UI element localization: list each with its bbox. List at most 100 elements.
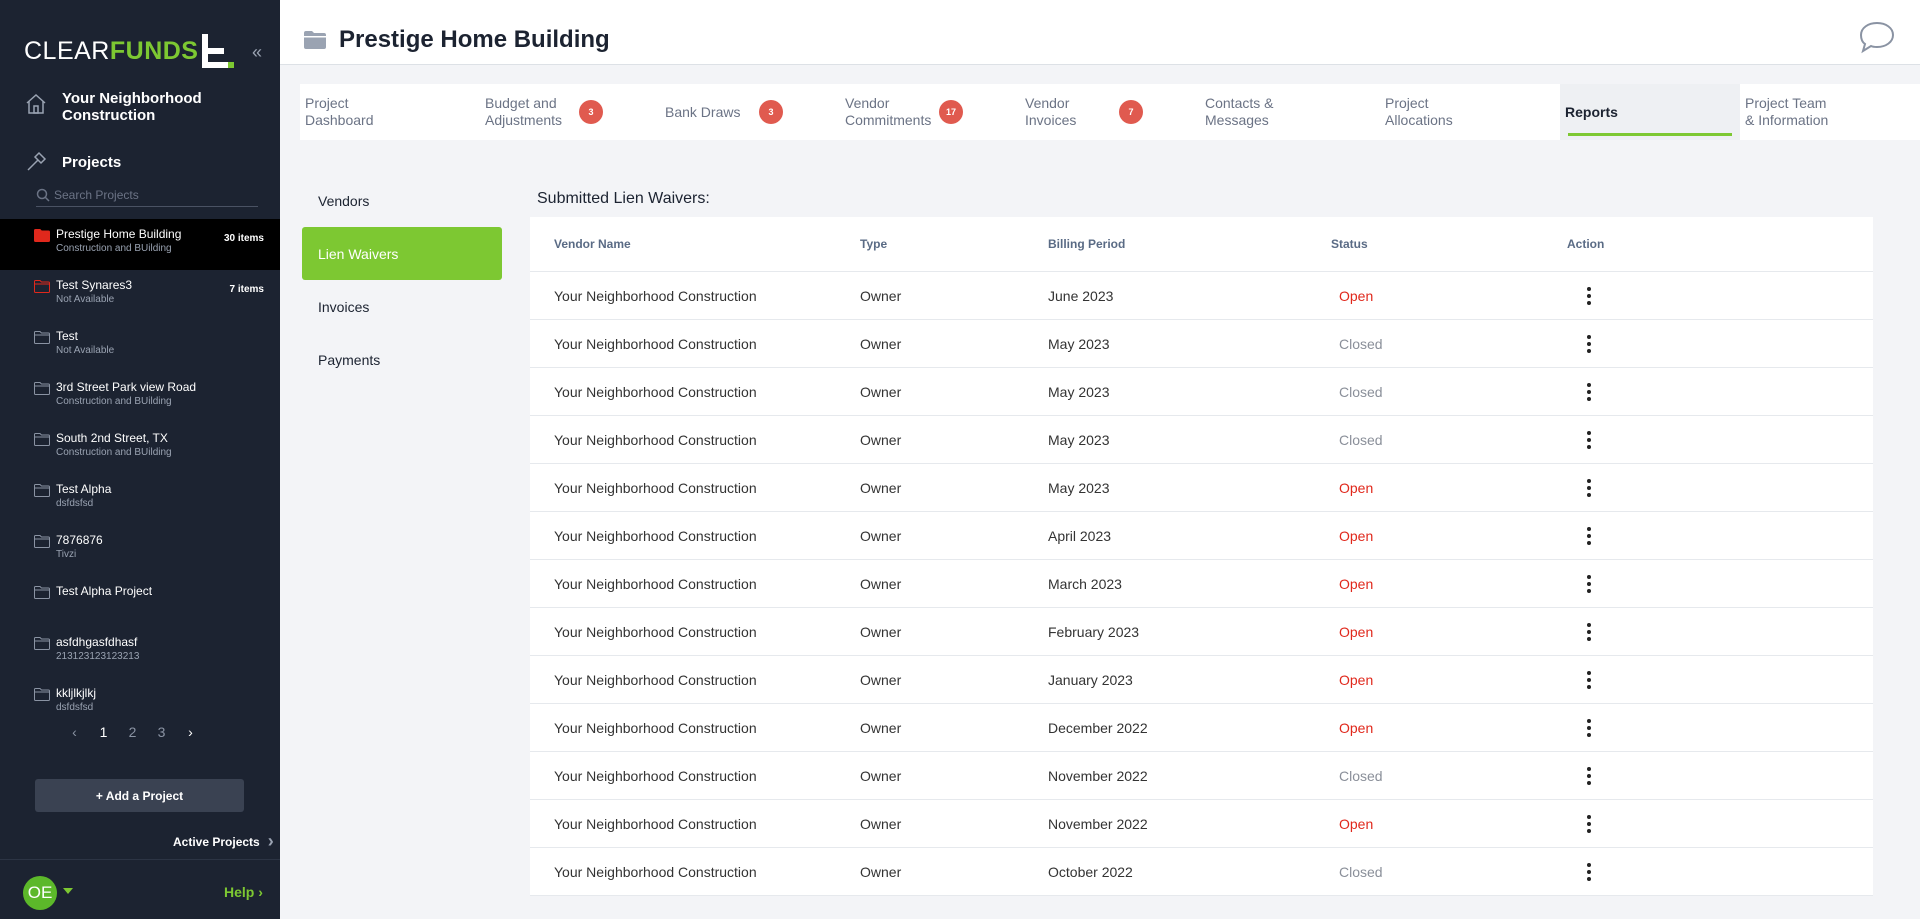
tab-budget-and-adjustments[interactable]: Budget and Adjustments 3	[480, 84, 660, 140]
tab-project-dashboard[interactable]: Project Dashboard	[300, 84, 480, 140]
sidebar-divider	[0, 859, 280, 860]
subnav-lien-waivers[interactable]: Lien Waivers	[302, 227, 502, 280]
type-cell: Owner	[860, 863, 902, 880]
chat-icon[interactable]	[1858, 20, 1896, 54]
project-item[interactable]: Prestige Home Building Construction and B…	[0, 219, 280, 270]
table-row: Your Neighborhood Construction Owner Decem…	[530, 704, 1873, 752]
project-item[interactable]: Test Alpha Project	[0, 576, 280, 627]
project-name: 3rd Street Park view Road	[56, 380, 197, 394]
type-cell: Owner	[860, 287, 902, 304]
more-options-icon[interactable]	[1575, 426, 1603, 454]
subnav-invoices[interactable]: Invoices	[302, 280, 502, 333]
search-projects-input[interactable]	[54, 187, 244, 202]
projects-heading[interactable]: Projects	[24, 150, 121, 174]
page-2[interactable]: 2	[118, 724, 147, 740]
project-subtitle: Not Available	[56, 345, 115, 356]
more-options-icon[interactable]	[1575, 618, 1603, 646]
status-cell: Closed	[1339, 335, 1383, 352]
project-item[interactable]: asfdhgasfdhasf 213123123123213	[0, 627, 280, 678]
billing-period-cell: April 2023	[1048, 527, 1112, 544]
tab-label: Project Dashboard	[305, 95, 374, 128]
more-options-icon[interactable]	[1575, 810, 1603, 838]
type-cell: Owner	[860, 431, 902, 448]
folder-icon	[34, 433, 50, 446]
organization-link[interactable]: Your Neighborhood Construction	[24, 90, 212, 124]
project-item[interactable]: Test Not Available	[0, 321, 280, 372]
tab-vendor-invoices[interactable]: Vendor Invoices 7	[1020, 84, 1200, 140]
vendor-name-cell: Your Neighborhood Construction	[554, 623, 757, 640]
table-row: Your Neighborhood Construction Owner Febru…	[530, 608, 1873, 656]
project-item-count: 30 items	[223, 233, 264, 244]
clearfunds-logo[interactable]: CLEAR FUNDS	[24, 34, 235, 68]
status-cell: Open	[1339, 287, 1374, 304]
tab-contacts-messages[interactable]: Contacts & Messages	[1200, 84, 1380, 140]
avatar[interactable]: OE	[23, 876, 57, 910]
avatar-dropdown-icon[interactable]	[63, 888, 73, 894]
col-vendor-name: Vendor Name	[554, 237, 631, 251]
prev-page-icon[interactable]: ‹	[60, 724, 89, 740]
add-project-button[interactable]: + Add a Project	[35, 779, 244, 812]
table-row: Your Neighborhood Construction Owner June …	[530, 272, 1873, 320]
table-row: Your Neighborhood Construction Owner May 2…	[530, 464, 1873, 512]
collapse-sidebar-icon[interactable]: «	[252, 42, 262, 63]
vendor-name-cell: Your Neighborhood Construction	[554, 335, 757, 352]
tab-project-allocations[interactable]: Project Allocations	[1380, 84, 1560, 140]
tab-reports[interactable]: Reports	[1560, 84, 1740, 140]
vendor-name-cell: Your Neighborhood Construction	[554, 287, 757, 304]
status-cell: Open	[1339, 575, 1374, 592]
more-options-icon[interactable]	[1575, 522, 1603, 550]
project-item[interactable]: South 2nd Street, TX Construction and BUi…	[0, 423, 280, 474]
project-pagination: ‹ 1 2 3 ›	[60, 724, 205, 740]
project-item[interactable]: kkljlkjlkj dsfdsfsd	[0, 678, 280, 729]
type-cell: Owner	[860, 575, 902, 592]
vendor-name-cell: Your Neighborhood Construction	[554, 863, 757, 880]
help-link[interactable]: Help ›	[224, 884, 263, 900]
more-options-icon[interactable]	[1575, 378, 1603, 406]
tab-vendor-commitments[interactable]: Vendor Commitments 17	[840, 84, 1020, 140]
tab-label: Reports	[1565, 103, 1618, 120]
tab-bank-draws[interactable]: Bank Draws 3	[660, 84, 840, 140]
project-name: Test Alpha	[56, 482, 112, 496]
page-1[interactable]: 1	[89, 724, 118, 740]
billing-period-cell: November 2022	[1048, 815, 1148, 832]
more-options-icon[interactable]	[1575, 666, 1603, 694]
project-tabs: Project Dashboard Budget and Adjustments 3…	[300, 84, 1920, 140]
active-projects-link[interactable]: Active Projects ›	[173, 831, 274, 852]
subnav-vendors[interactable]: Vendors	[302, 174, 502, 227]
project-name: Test	[56, 329, 79, 343]
project-name: 7876876	[56, 533, 103, 547]
more-options-icon[interactable]	[1575, 474, 1603, 502]
type-cell: Owner	[860, 527, 902, 544]
more-options-icon[interactable]	[1575, 570, 1603, 598]
tab-label: Budget and Adjustments	[485, 95, 563, 128]
table-row: Your Neighborhood Construction Owner March…	[530, 560, 1873, 608]
tab-project-team-information[interactable]: Project Team & Information	[1740, 84, 1920, 140]
folder-icon	[34, 280, 50, 293]
project-item[interactable]: Test Synares3 Not Available 7 items	[0, 270, 280, 321]
type-cell: Owner	[860, 623, 902, 640]
project-item[interactable]: Test Alpha dsfdsfsd	[0, 474, 280, 525]
vendor-name-cell: Your Neighborhood Construction	[554, 767, 757, 784]
status-cell: Closed	[1339, 431, 1383, 448]
project-subtitle: Construction and BUilding	[56, 447, 172, 458]
project-item[interactable]: 7876876 Tivzi	[0, 525, 280, 576]
status-cell: Closed	[1339, 767, 1383, 784]
folder-icon	[34, 331, 50, 344]
more-options-icon[interactable]	[1575, 282, 1603, 310]
page-3[interactable]: 3	[147, 724, 176, 740]
table-row: Your Neighborhood Construction Owner April…	[530, 512, 1873, 560]
project-subtitle: Construction and BUilding	[56, 243, 172, 254]
vendor-name-cell: Your Neighborhood Construction	[554, 575, 757, 592]
status-cell: Open	[1339, 527, 1374, 544]
more-options-icon[interactable]	[1575, 330, 1603, 358]
subnav-payments[interactable]: Payments	[302, 333, 502, 386]
folder-icon	[34, 484, 50, 497]
search-icon	[36, 188, 50, 202]
next-page-icon[interactable]: ›	[176, 724, 205, 740]
more-options-icon[interactable]	[1575, 762, 1603, 790]
type-cell: Owner	[860, 383, 902, 400]
more-options-icon[interactable]	[1575, 858, 1603, 886]
more-options-icon[interactable]	[1575, 714, 1603, 742]
project-item[interactable]: 3rd Street Park view Road Construction an…	[0, 372, 280, 423]
vendor-name-cell: Your Neighborhood Construction	[554, 383, 757, 400]
